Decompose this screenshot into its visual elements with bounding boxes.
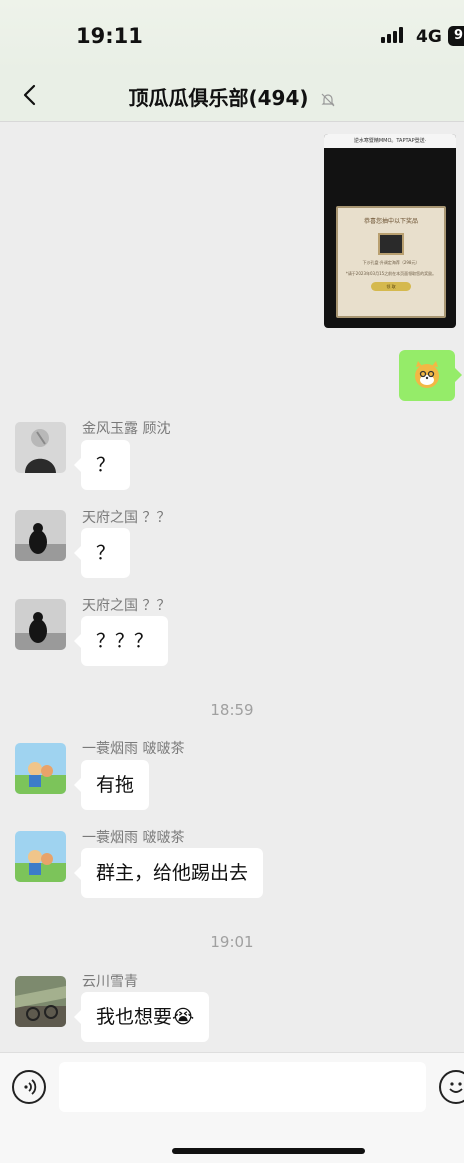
avatar-image [15,599,66,650]
avatar-image [15,422,66,473]
input-bar [0,1052,464,1163]
sender-name: 金风玉露 顾沈 [82,421,171,437]
doge-sticker-icon [415,361,439,388]
sticker-message[interactable] [399,350,462,401]
message-input[interactable] [59,1062,426,1112]
emoji-button[interactable] [439,1070,464,1104]
home-indicator [172,1148,365,1154]
message-timestamp: 19:01 [210,933,254,951]
avatar[interactable] [15,743,66,794]
prize-dialog: 恭喜您抽中以下奖品 下沙孔盘·升调定海荐（298元） *请于2023年03月15… [336,206,446,318]
sender-name: 一蓑烟雨 啵啵茶 [82,741,185,757]
battery-indicator: 9 [448,26,464,46]
voice-button[interactable] [12,1070,46,1104]
avatar[interactable] [15,510,66,561]
sender-name: 天府之国 ？？ [82,510,171,526]
avatar[interactable] [15,976,66,1027]
chat-title: 顶瓜瓜俱乐部(494) [0,82,464,111]
prize-image [378,233,404,255]
claim-button: 领 取 [371,282,411,291]
bell-slash-icon [321,93,334,106]
sender-name: 一蓑烟雨 啵啵茶 [82,830,185,846]
message-bubble[interactable]: 我也想要😭 [73,992,210,1042]
avatar[interactable] [15,599,66,650]
sender-name: 云川雪青 [82,974,138,990]
message-bubble[interactable]: ？？？ [73,616,169,666]
prize-item: 下沙孔盘·升调定海荐（298元） [362,260,420,265]
message-bubble[interactable]: ？ [73,528,131,578]
message-bubble[interactable]: 群主，给他踢出去 [73,848,264,898]
prize-title: 恭喜您抽中以下奖品 [363,218,418,225]
message-timestamp: 18:59 [210,701,254,719]
avatar-image [15,743,66,794]
voice-icon [24,1079,37,1095]
message-bubble[interactable]: 有拖 [73,760,150,810]
sender-name: 天府之国 ？？ [82,598,171,614]
avatar[interactable] [15,831,66,882]
prize-note: *请于2023年03月15之前在本页面领取您的奖励。 [345,271,437,276]
avatar-image [15,831,66,882]
image-header: 逆水寒暨精MMO。TAPTAP登送· [324,134,456,148]
image-message[interactable]: 逆水寒暨精MMO。TAPTAP登送· 恭喜您抽中以下奖品 下沙孔盘·升调定海荐（… [324,134,456,328]
group-name: 顶瓜瓜俱乐部(494) [128,86,309,110]
network-type: 4G [416,27,442,47]
smiley-icon [449,1082,463,1093]
chat-header: 顶瓜瓜俱乐部(494) [0,70,464,122]
status-time: 19:11 [76,24,143,48]
avatar-image [15,976,66,1027]
message-bubble[interactable]: ？ [73,440,131,490]
avatar-image [15,510,66,561]
avatar[interactable] [15,422,66,473]
status-bar: 19:11 4G 9 [0,0,464,70]
